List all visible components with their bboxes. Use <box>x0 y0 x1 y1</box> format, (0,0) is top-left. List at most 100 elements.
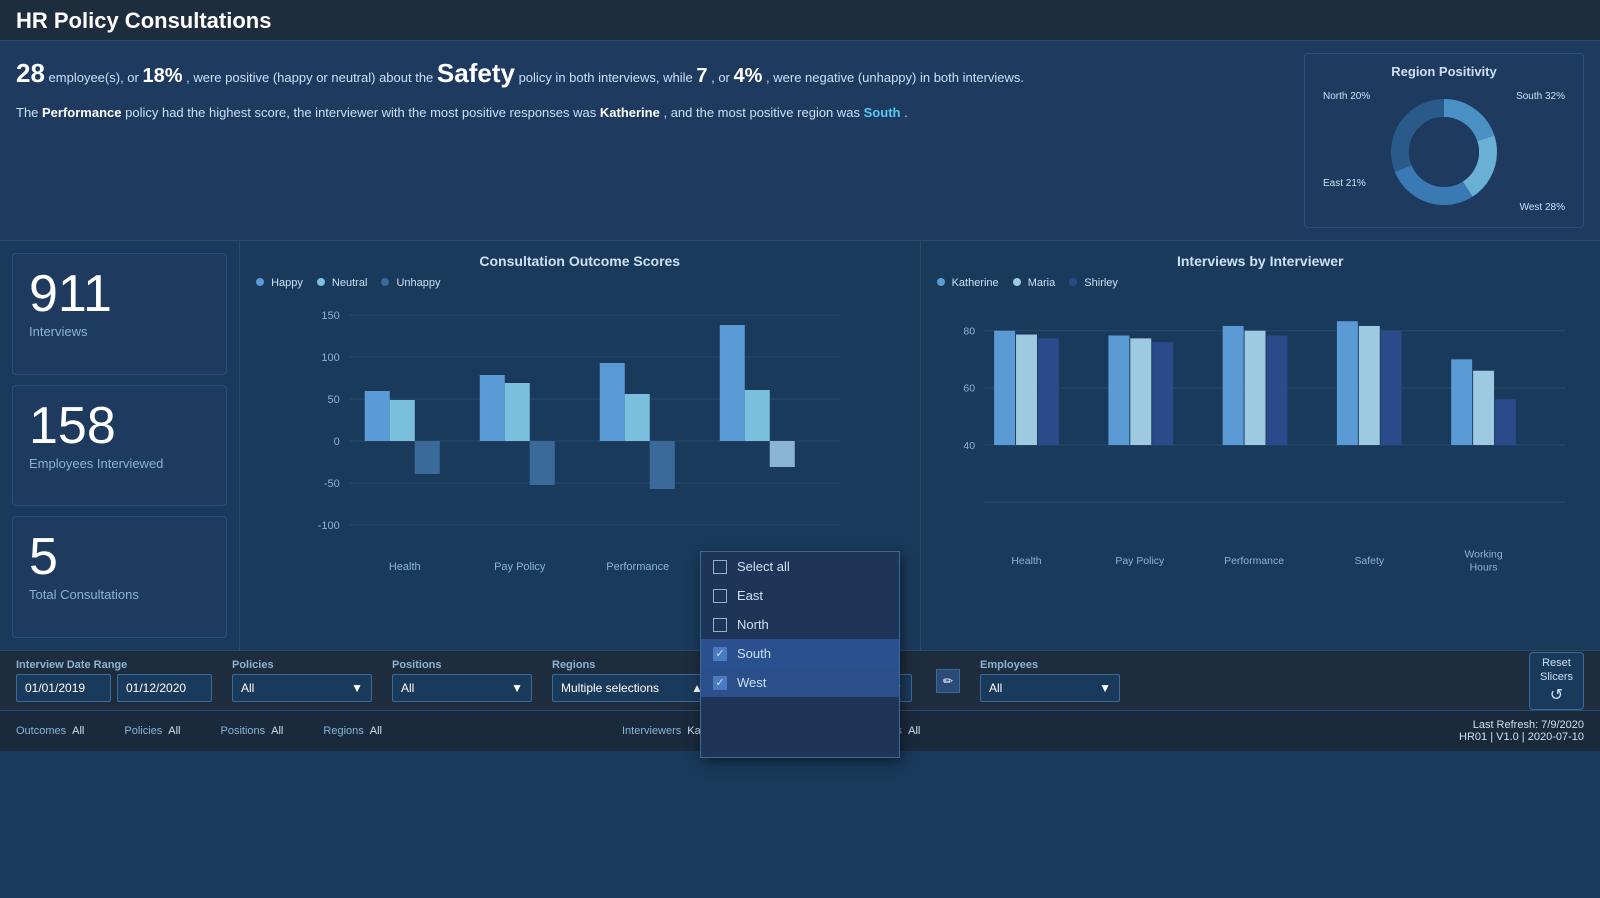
pay-s-bar <box>1152 342 1173 445</box>
region-positivity-panel: Region Positivity North 20% South 32% Ea… <box>1304 53 1584 228</box>
positions-group: Positions All ▼ <box>392 659 532 702</box>
top-region: South <box>864 105 901 120</box>
kpi-interviews: 911 Interviews <box>12 253 227 375</box>
negative-count: 7 <box>696 65 707 87</box>
south-checkbox[interactable]: ✓ <box>713 647 727 661</box>
select-all-checkbox[interactable] <box>713 560 727 574</box>
svg-text:Performance: Performance <box>1224 556 1284 567</box>
last-refresh: Last Refresh: 7/9/2020 <box>1473 719 1584 731</box>
page-title: HR Policy Consultations <box>16 8 1584 34</box>
safety-happy-bar <box>720 325 745 441</box>
pay-m-bar <box>1130 338 1151 445</box>
east-checkbox[interactable] <box>713 589 727 603</box>
summary-l1-m2: policy in both interviews, while <box>519 70 693 85</box>
employees-number: 158 <box>29 400 210 452</box>
dropdown-west[interactable]: ✓ West <box>701 668 899 697</box>
maria-dot <box>1013 278 1021 286</box>
policies-value: All <box>241 681 254 695</box>
regions-select[interactable]: Multiple selections ▲ <box>552 674 712 702</box>
positive-count: 28 <box>16 58 45 88</box>
safety-neutral-bar <box>745 390 770 441</box>
dropdown-north[interactable]: North <box>701 610 899 639</box>
interviewer-chart-svg: 80 60 40 <box>937 295 1585 595</box>
policies-group: Policies All ▼ <box>232 659 372 702</box>
edit-icon: ✏ <box>943 674 953 688</box>
policies-status: Policies All <box>124 725 180 737</box>
employees-select[interactable]: All ▼ <box>980 674 1120 702</box>
donut-chart <box>1384 92 1504 212</box>
interviews-label: Interviews <box>29 324 210 339</box>
summary-l1-suffix: , were negative (unhappy) in both interv… <box>766 70 1024 85</box>
date-start-input[interactable] <box>16 674 111 702</box>
west-label-dd: West <box>737 675 766 690</box>
unhappy-legend: Unhappy <box>381 277 440 289</box>
health-s-bar <box>1037 338 1058 445</box>
regions-status-val: All <box>370 725 382 737</box>
reset-slicers-button[interactable]: Reset Slicers ↺ <box>1529 652 1584 710</box>
positive-pct: 18% <box>142 65 182 87</box>
regions-label: Regions <box>552 659 712 671</box>
north-label: North 20% <box>1323 91 1370 102</box>
policies-select[interactable]: All ▼ <box>232 674 372 702</box>
svg-text:50: 50 <box>328 394 340 406</box>
health-m-bar <box>1016 335 1037 445</box>
south-label-dd: South <box>737 646 771 661</box>
south-label: South 32% <box>1516 91 1565 102</box>
perf-m-bar <box>1244 331 1265 445</box>
svg-text:Working: Working <box>1464 549 1502 560</box>
katherine-legend: Katherine <box>937 277 999 289</box>
svg-text:40: 40 <box>963 441 975 452</box>
summary-line1: 28 employee(s), or 18% , were positive (… <box>16 53 1288 95</box>
svg-text:100: 100 <box>321 352 339 364</box>
regions-dropdown[interactable]: Select all East North ✓ South ✓ West <box>700 551 900 758</box>
employees-label: Employees Interviewed <box>29 456 210 471</box>
positions-key: Positions <box>221 725 266 737</box>
dropdown-east[interactable]: East <box>701 581 899 610</box>
outcomes-status: Outcomes All <box>16 725 84 737</box>
positions-status-val: All <box>271 725 283 737</box>
svg-text:Hours: Hours <box>1469 563 1497 574</box>
kpi-employees: 158 Employees Interviewed <box>12 385 227 507</box>
dropdown-south[interactable]: ✓ South <box>701 639 899 668</box>
summary-l1-m1: , were positive (happy or neutral) about… <box>186 70 433 85</box>
reset-sublabel: Slicers <box>1540 671 1573 683</box>
version-info: Last Refresh: 7/9/2020 HR01 | V1.0 | 202… <box>1459 719 1584 743</box>
interviewers-edit-button[interactable]: ✏ <box>936 669 960 693</box>
policies-label: Policies <box>232 659 372 671</box>
kpi-consultations: 5 Total Consultations <box>12 516 227 638</box>
svg-text:Safety: Safety <box>1354 556 1384 567</box>
reset-icon: ↺ <box>1550 685 1563 705</box>
north-checkbox[interactable] <box>713 618 727 632</box>
svg-text:Performance: Performance <box>606 561 669 573</box>
summary-l2-p1: The <box>16 105 42 120</box>
health-k-bar <box>994 331 1015 445</box>
performance-neutral-bar <box>625 394 650 441</box>
negative-pct: 4% <box>734 65 763 87</box>
summary-l1-p1: employee(s), or <box>49 70 139 85</box>
date-end-input[interactable] <box>117 674 212 702</box>
dropdown-empty-area <box>701 697 899 757</box>
summary-l2-m2: , and the most positive region was <box>663 105 863 120</box>
top-policy: Performance <box>42 105 121 120</box>
consultation-chart-area: 150 100 50 0 -50 -100 <box>256 295 904 595</box>
svg-text:Pay Policy: Pay Policy <box>1115 556 1165 567</box>
regions-status: Regions All <box>323 725 382 737</box>
consultations-number: 5 <box>29 531 210 583</box>
positions-status: Positions All <box>221 725 284 737</box>
reset-label: Reset <box>1542 657 1571 669</box>
unhappy-dot <box>381 278 389 286</box>
policies-status-val: All <box>168 725 180 737</box>
dropdown-select-all[interactable]: Select all <box>701 552 899 581</box>
interviews-number: 911 <box>29 268 210 320</box>
positions-select[interactable]: All ▼ <box>392 674 532 702</box>
maria-legend: Maria <box>1013 277 1056 289</box>
north-label: North <box>737 617 769 632</box>
east-label: East 21% <box>1323 178 1366 189</box>
perf-s-bar <box>1266 335 1287 445</box>
interviewers-edit-icon-group: ✏ <box>936 669 960 693</box>
west-checkbox[interactable]: ✓ <box>713 676 727 690</box>
shirley-legend: Shirley <box>1069 277 1118 289</box>
date-range-label: Interview Date Range <box>16 659 212 671</box>
outcomes-val: All <box>72 725 84 737</box>
interviewers-key: Interviewers <box>622 725 681 737</box>
